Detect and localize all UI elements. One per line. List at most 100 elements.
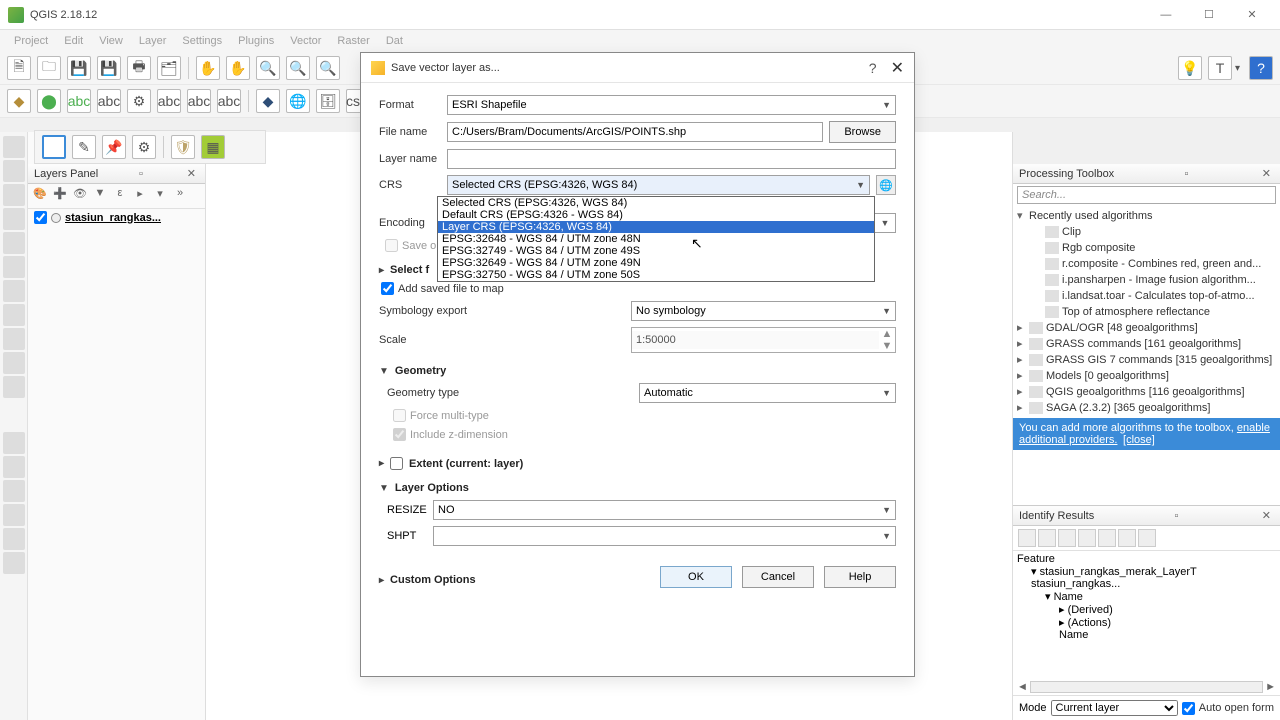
crs-picker-icon[interactable]: 🌐 (876, 175, 896, 195)
identify-actions[interactable]: ▸ (Actions) (1017, 616, 1276, 629)
green-tool-icon[interactable]: ▦ (201, 135, 225, 159)
resize-select[interactable]: NO▼ (433, 500, 896, 520)
identify-derived[interactable]: ▸ (Derived) (1017, 603, 1276, 616)
algo-group[interactable]: GRASS GIS 7 commands [315 geoalgorithms] (1046, 352, 1272, 368)
layer-item[interactable]: stasiun_rangkas... (28, 209, 205, 226)
virtual-layer-icon[interactable] (3, 376, 25, 398)
algo-group[interactable]: SAGA (2.3.2) [365 geoalgorithms] (1046, 400, 1210, 416)
algo-item[interactable]: Top of atmosphere reflectance (1062, 304, 1210, 320)
id-tool-icon[interactable] (1078, 529, 1096, 547)
add-mssql-icon[interactable] (3, 232, 25, 254)
tips-icon[interactable]: 💡 (1178, 56, 1202, 80)
menu-project[interactable]: Project (6, 35, 56, 47)
help-button[interactable]: Help (824, 566, 896, 588)
pan-selection-icon[interactable]: ✋ (226, 56, 250, 80)
crs-option[interactable]: Default CRS (EPSG:4326 - WGS 84) (438, 209, 874, 221)
format-select[interactable]: ESRI Shapefile▼ (447, 95, 896, 115)
add-wcs-icon[interactable] (3, 304, 25, 326)
vector-layer-icon[interactable]: ◆ (7, 89, 31, 113)
algo-group[interactable]: GDAL/OGR [48 geoalgorithms] (1046, 320, 1198, 336)
layer-visibility-checkbox[interactable] (34, 211, 47, 224)
algo-item[interactable]: Rgb composite (1062, 240, 1135, 256)
processing-dock-icon[interactable]: ▫ (1182, 168, 1192, 180)
crs-option[interactable]: EPSG:32648 - WGS 84 / UTM zone 48N (438, 233, 874, 245)
processing-tree[interactable]: ▾Recently used algorithms Clip Rgb compo… (1013, 206, 1280, 418)
crs-option[interactable]: Layer CRS (EPSG:4326, WGS 84) (438, 221, 874, 233)
save-as-icon[interactable]: 💾 (97, 56, 121, 80)
layers-panel-dock-icon[interactable]: ▫ (136, 168, 146, 180)
algo-item[interactable]: r.composite - Combines red, green and... (1062, 256, 1261, 272)
auto-open-form[interactable]: Auto open form (1182, 702, 1274, 715)
composer-manager-icon[interactable]: 🗂 (157, 56, 181, 80)
id-tool-icon[interactable] (1038, 529, 1056, 547)
algo-group[interactable]: Models [0 geoalgorithms] (1046, 368, 1169, 384)
id-tool-icon[interactable] (1138, 529, 1156, 547)
h-scrollbar[interactable] (1030, 681, 1263, 693)
id-tool-icon[interactable] (1018, 529, 1036, 547)
filter-icon[interactable]: ▼ (91, 187, 109, 205)
add-raster-icon[interactable] (3, 160, 25, 182)
mode-select[interactable]: Current layer (1051, 700, 1178, 716)
new-project-icon[interactable]: 🗎 (7, 56, 31, 80)
gps-icon[interactable] (3, 456, 25, 478)
gear-icon[interactable]: ⚙ (127, 89, 151, 113)
geometry-type-select[interactable]: Automatic▼ (639, 383, 896, 403)
id-tool-icon[interactable] (1118, 529, 1136, 547)
menu-layer[interactable]: Layer (131, 35, 175, 47)
add-wfs-icon[interactable] (3, 328, 25, 350)
abc-icon[interactable]: abc (97, 89, 121, 113)
help-icon[interactable]: ? (1249, 56, 1273, 80)
algo-item[interactable]: i.landsat.toar - Calculates top-of-atmo.… (1062, 288, 1255, 304)
visibility-icon[interactable]: 👁 (71, 187, 89, 205)
layer-options-header[interactable]: ▼Layer Options (379, 482, 896, 494)
open-project-icon[interactable]: 🗀 (37, 56, 61, 80)
menu-plugins[interactable]: Plugins (230, 35, 282, 47)
abc3-icon[interactable]: abc (187, 89, 211, 113)
add-group-icon[interactable]: ➕ (51, 187, 69, 205)
more-icon[interactable]: » (171, 187, 189, 205)
close-hint-link[interactable]: [close] (1123, 434, 1155, 446)
identify-close-icon[interactable]: ✕ (1259, 509, 1274, 522)
menu-vector[interactable]: Vector (282, 35, 329, 47)
add-spatialite-icon[interactable] (3, 208, 25, 230)
maximize-button[interactable]: ☐ (1189, 8, 1229, 21)
add-saved-checkbox[interactable] (381, 282, 394, 295)
recent-group[interactable]: Recently used algorithms (1029, 208, 1153, 224)
algo-item[interactable]: i.pansharpen - Image fusion algorithm... (1062, 272, 1256, 288)
algo-item[interactable]: Clip (1062, 224, 1081, 240)
minimize-button[interactable]: — (1146, 9, 1186, 21)
db-icon[interactable]: 🗄 (316, 89, 340, 113)
badge-icon[interactable]: 🛡 (171, 135, 195, 159)
collapse-icon[interactable]: ▾ (151, 187, 169, 205)
style-box-icon[interactable] (42, 135, 66, 159)
processing-search-input[interactable]: Search... (1017, 186, 1276, 204)
processing-close-icon[interactable]: ✕ (1259, 167, 1274, 180)
algo-group[interactable]: QGIS geoalgorithms [116 geoalgorithms] (1046, 384, 1245, 400)
crs-select[interactable]: Selected CRS (EPSG:4326, WGS 84)▼ (447, 175, 870, 195)
pan-icon[interactable]: ✋ (196, 56, 220, 80)
text-tool-icon[interactable]: T (1208, 56, 1232, 80)
id-tool-icon[interactable] (1058, 529, 1076, 547)
plugin2-icon[interactable] (3, 528, 25, 550)
identify-dock-icon[interactable]: ▫ (1172, 510, 1182, 522)
new-geopackage-icon[interactable] (3, 432, 25, 454)
pen-icon[interactable]: ✎ (72, 135, 96, 159)
identify-layer[interactable]: ▾ stasiun_rangkas_merak_LayerT stasiun_r… (1017, 565, 1276, 590)
expand-icon[interactable]: ▸ (131, 187, 149, 205)
save-icon[interactable]: 💾 (67, 56, 91, 80)
pin-icon[interactable]: 📌 (102, 135, 126, 159)
browse-button[interactable]: Browse (829, 121, 896, 143)
id-tool-icon[interactable] (1098, 529, 1116, 547)
menu-settings[interactable]: Settings (174, 35, 230, 47)
crs-option[interactable]: Selected CRS (EPSG:4326, WGS 84) (438, 197, 874, 209)
symbology-select[interactable]: No symbology▼ (631, 301, 896, 321)
settings-icon[interactable]: ⚙ (132, 135, 156, 159)
identify-attr[interactable]: Name (1017, 629, 1276, 641)
extent-header[interactable]: ▸ Extent (current: layer) (379, 457, 896, 470)
geometry-header[interactable]: ▼Geometry (379, 365, 896, 377)
zoom-out-icon[interactable]: 🔍 (286, 56, 310, 80)
add-csv-icon[interactable] (3, 352, 25, 374)
style-icon[interactable]: ⬤ (37, 89, 61, 113)
add-vector-icon[interactable] (3, 136, 25, 158)
dialog-close-icon[interactable]: ✕ (891, 58, 904, 78)
